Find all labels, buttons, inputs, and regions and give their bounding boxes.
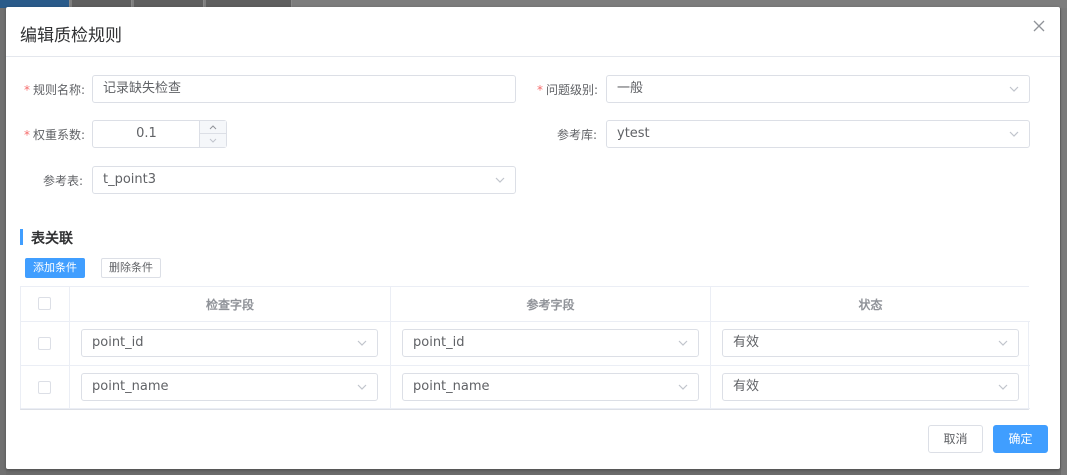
background-overlay-right bbox=[1061, 8, 1067, 475]
ref-table-label: 参考表: bbox=[43, 174, 84, 188]
status-value: 有效 bbox=[733, 379, 760, 394]
table-cell: 有效 bbox=[711, 322, 1030, 366]
ref-db-label: 参考库: bbox=[557, 128, 598, 142]
chevron-down-icon bbox=[998, 340, 1008, 346]
check-field-value: point_name bbox=[92, 379, 169, 394]
status-value: 有效 bbox=[733, 335, 760, 350]
chevron-down-icon bbox=[678, 340, 688, 346]
ref-field-value: point_id bbox=[413, 335, 465, 350]
table-cell: point_name bbox=[70, 366, 391, 409]
section-title: 表关联 bbox=[31, 231, 73, 247]
table-cell: point_id bbox=[391, 322, 711, 366]
add-condition-button[interactable]: 添加条件 bbox=[25, 258, 85, 278]
table-header-ref-field: 参考字段 bbox=[391, 287, 711, 322]
ref-db-value: ytest bbox=[617, 126, 650, 141]
ref-table-value: t_point3 bbox=[103, 172, 157, 187]
issue-level-label-text: 问题级别: bbox=[546, 83, 599, 97]
weight-number-input[interactable]: 0.1 bbox=[92, 120, 227, 148]
chevron-down-icon bbox=[495, 177, 505, 183]
check-field-select[interactable]: point_id bbox=[81, 329, 378, 357]
chevron-down-icon bbox=[357, 340, 367, 346]
ref-table-select[interactable]: t_point3 bbox=[92, 166, 516, 194]
weight-label-text: 权重系数: bbox=[33, 128, 86, 142]
rule-name-value: 记录缺失检查 bbox=[103, 81, 182, 96]
weight-value: 0.1 bbox=[136, 126, 157, 141]
cancel-button[interactable]: 取消 bbox=[928, 425, 983, 453]
confirm-button[interactable]: 确定 bbox=[993, 425, 1048, 453]
chevron-down-icon bbox=[1009, 86, 1019, 92]
relation-table: 检查字段 参考字段 状态 point_id point_id 有效 point_… bbox=[20, 286, 1030, 410]
table-header-select bbox=[21, 287, 70, 322]
table-cell: point_id bbox=[70, 322, 391, 366]
required-mark: * bbox=[537, 83, 543, 97]
table-header-check-field: 检查字段 bbox=[70, 287, 391, 322]
select-all-checkbox[interactable] bbox=[38, 297, 51, 310]
table-header-status: 状态 bbox=[711, 287, 1030, 322]
row-checkbox[interactable] bbox=[38, 381, 51, 394]
section-accent-bar bbox=[20, 229, 23, 245]
check-field-select[interactable]: point_name bbox=[81, 373, 378, 401]
increase-button[interactable] bbox=[200, 121, 226, 134]
dialog-title: 编辑质检规则 bbox=[20, 26, 122, 46]
table-row bbox=[21, 322, 70, 366]
table-row bbox=[21, 366, 70, 409]
weight-label: * 权重系数: bbox=[24, 126, 85, 143]
check-field-value: point_id bbox=[92, 335, 144, 350]
rule-name-label-text: 规则名称: bbox=[33, 83, 86, 97]
required-mark: * bbox=[24, 128, 30, 142]
chevron-down-icon bbox=[678, 384, 688, 390]
chevron-down-icon bbox=[1009, 131, 1019, 137]
chevron-down-icon bbox=[357, 384, 367, 390]
issue-level-select[interactable]: 一般 bbox=[606, 75, 1030, 103]
table-cell: point_name bbox=[391, 366, 711, 409]
edit-rule-dialog: 编辑质检规则 * 规则名称: 记录缺失检查 * 问题级别: 一般 * 权重系数: 0.… bbox=[6, 7, 1060, 469]
status-select[interactable]: 有效 bbox=[722, 373, 1019, 401]
table-cell: 有效 bbox=[711, 366, 1030, 409]
decrease-button[interactable] bbox=[200, 134, 226, 147]
chevron-down-icon bbox=[209, 138, 217, 143]
rule-name-label: * 规则名称: bbox=[24, 81, 85, 98]
close-icon[interactable] bbox=[1032, 19, 1046, 33]
rule-name-input[interactable]: 记录缺失检查 bbox=[92, 75, 516, 103]
dialog-header: 编辑质检规则 bbox=[6, 7, 1060, 57]
row-checkbox[interactable] bbox=[38, 337, 51, 350]
issue-level-label: * 问题级别: bbox=[537, 81, 598, 98]
weight-stepper bbox=[199, 121, 226, 147]
ref-db-select[interactable]: ytest bbox=[606, 120, 1030, 148]
ref-field-value: point_name bbox=[413, 379, 490, 394]
ref-field-select[interactable]: point_name bbox=[402, 373, 699, 401]
chevron-up-icon bbox=[209, 124, 217, 129]
status-select[interactable]: 有效 bbox=[722, 329, 1019, 357]
required-mark: * bbox=[24, 83, 30, 97]
delete-condition-button[interactable]: 删除条件 bbox=[101, 258, 161, 278]
chevron-down-icon bbox=[998, 384, 1008, 390]
ref-field-select[interactable]: point_id bbox=[402, 329, 699, 357]
issue-level-value: 一般 bbox=[617, 81, 644, 96]
